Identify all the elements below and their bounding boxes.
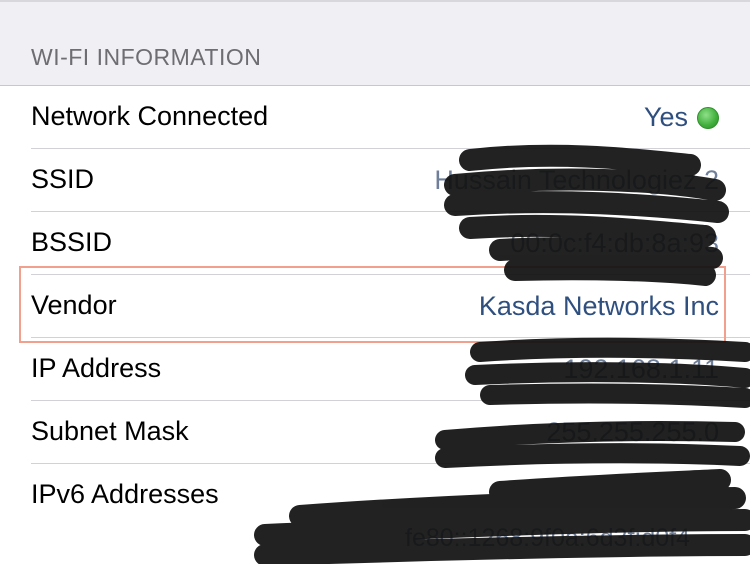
section-header: WI-FI INFORMATION xyxy=(31,44,262,70)
row-label: BSSID xyxy=(31,227,113,257)
row-ssid: SSID Hussain Technologiez 2 xyxy=(0,149,750,212)
bssid-value: 00:0c:f4:db:8a:93 xyxy=(510,228,719,258)
row-ipv6-addresses: IPv6 Addresses fe80::1268:9f0a:6d3f:d0f4 xyxy=(0,464,750,565)
row-label: IP Address xyxy=(31,353,162,383)
row-label: SSID xyxy=(31,164,95,194)
row-subnet-mask: Subnet Mask 255.255.255.0 xyxy=(0,401,750,464)
row-ip-address: IP Address 192.168.1.11 xyxy=(0,338,750,401)
ip-address-value: 192.168.1.11 xyxy=(563,354,719,384)
row-label: IPv6 Addresses xyxy=(31,479,219,509)
subnet-mask-value: 255.255.255.0 xyxy=(546,417,719,447)
row-label: Subnet Mask xyxy=(31,416,189,446)
row-network-connected: Network Connected Yes xyxy=(0,86,750,149)
top-divider xyxy=(0,0,750,2)
row-label: Network Connected xyxy=(31,101,269,131)
ipv6-address-value: fe80::1268:9f0a:6d3f:d0f4 xyxy=(405,524,690,552)
vendor-highlight-box xyxy=(19,266,726,343)
network-connected-value: Yes xyxy=(643,102,688,132)
ssid-value: Hussain Technologiez 2 xyxy=(434,165,719,195)
green-status-dot-icon xyxy=(697,107,719,129)
